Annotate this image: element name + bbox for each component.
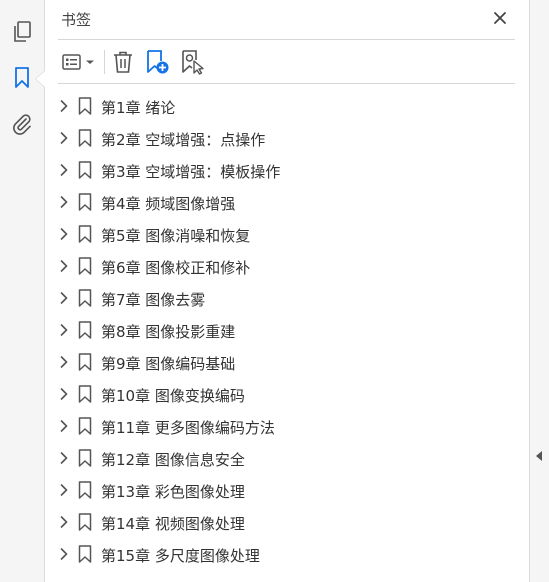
options-button[interactable] [60, 48, 98, 76]
bookmark-label: 第5章 图像消噪和恢复 [101, 227, 251, 245]
active-pointer [36, 71, 45, 87]
chevron-right-icon[interactable] [60, 292, 68, 304]
options-list-icon [62, 54, 94, 70]
bookmark-icon [78, 321, 92, 339]
bookmark-label: 第7章 图像去雾 [101, 291, 206, 309]
collapse-arrow-icon[interactable] [536, 451, 542, 461]
bookmark-item[interactable]: 第2章 空域增强：点操作 [45, 122, 529, 154]
bookmark-item[interactable]: 第9章 图像编码基础 [45, 346, 529, 378]
header-divider [58, 39, 515, 40]
bookmark-label: 第2章 空域增强：点操作 [101, 131, 266, 149]
bookmark-item[interactable]: 第11章 更多图像编码方法 [45, 410, 529, 442]
bookmark-from-selection-button[interactable] [179, 48, 207, 76]
bookmark-label: 第6章 图像校正和修补 [101, 259, 251, 277]
panel-collapse-strip[interactable] [529, 0, 549, 582]
bookmarks-panel: 书签 第1章 绪论 第2章 空域增强：点操作 第3章 空域增强：模板操作 第4章… [45, 0, 529, 582]
bookmark-label: 第8章 图像投影重建 [101, 323, 236, 341]
close-icon [494, 12, 506, 24]
chevron-right-icon[interactable] [60, 100, 68, 112]
panel-header: 书签 [45, 0, 529, 38]
bookmark-item[interactable]: 第5章 图像消噪和恢复 [45, 218, 529, 250]
bookmark-icon [78, 97, 92, 115]
chevron-right-icon[interactable] [60, 388, 68, 400]
bookmark-icon [78, 161, 92, 179]
pages-icon [14, 21, 31, 42]
attachment-icon [13, 114, 31, 135]
bookmark-item[interactable]: 第1章 绪论 [45, 90, 529, 122]
bookmark-label: 第1章 绪论 [101, 99, 176, 117]
toolbar-divider [58, 83, 515, 84]
chevron-right-icon[interactable] [60, 196, 68, 208]
bookmark-label: 第4章 频域图像增强 [101, 195, 236, 213]
bookmark-icon [78, 193, 92, 211]
bookmark-icon [78, 545, 92, 563]
bookmarks-toolbar [45, 44, 529, 80]
bookmark-item[interactable]: 第15章 多尺度图像处理 [45, 538, 529, 570]
bookmark-label: 第14章 视频图像处理 [101, 515, 245, 533]
bookmark-icon [78, 353, 92, 371]
bookmark-item[interactable]: 第3章 空域增强：模板操作 [45, 154, 529, 186]
bookmark-icon [78, 481, 92, 499]
bookmark-label: 第12章 图像信息安全 [101, 451, 245, 469]
chevron-right-icon[interactable] [60, 164, 68, 176]
trash-icon [114, 51, 132, 73]
bookmark-item[interactable]: 第13章 彩色图像处理 [45, 474, 529, 506]
bookmark-label: 第13章 彩色图像处理 [101, 483, 245, 501]
delete-bookmark-button[interactable] [110, 48, 136, 76]
chevron-right-icon[interactable] [60, 484, 68, 496]
bookmark-label: 第9章 图像编码基础 [101, 355, 236, 373]
bookmark-item[interactable]: 第4章 频域图像增强 [45, 186, 529, 218]
bookmarks-button[interactable] [8, 64, 36, 92]
bookmark-item[interactable]: 第7章 图像去雾 [45, 282, 529, 314]
pages-button[interactable] [8, 18, 36, 46]
chevron-right-icon[interactable] [60, 420, 68, 432]
close-button[interactable] [490, 8, 510, 28]
bookmark-label: 第10章 图像变换编码 [101, 387, 245, 405]
bookmark-label: 第3章 空域增强：模板操作 [101, 163, 281, 181]
add-bookmark-button[interactable] [143, 48, 171, 76]
bookmark-item[interactable]: 第6章 图像校正和修补 [45, 250, 529, 282]
panel-title: 书签 [61, 11, 92, 29]
bookmark-label: 第11章 更多图像编码方法 [101, 419, 275, 437]
bookmark-icon [15, 67, 29, 88]
chevron-right-icon[interactable] [60, 452, 68, 464]
bookmark-icon [78, 289, 92, 307]
attachments-button[interactable] [8, 110, 36, 138]
bookmark-icon [78, 257, 92, 275]
bookmark-label: 第15章 多尺度图像处理 [101, 547, 260, 565]
bookmark-icon [78, 225, 92, 243]
chevron-right-icon[interactable] [60, 516, 68, 528]
chevron-right-icon[interactable] [60, 324, 68, 336]
bookmark-item[interactable]: 第8章 图像投影重建 [45, 314, 529, 346]
bookmark-icon [78, 513, 92, 531]
bookmark-item[interactable]: 第12章 图像信息安全 [45, 442, 529, 474]
bookmark-item[interactable]: 第14章 视频图像处理 [45, 506, 529, 538]
chevron-right-icon[interactable] [60, 132, 68, 144]
bookmark-item[interactable]: 第10章 图像变换编码 [45, 378, 529, 410]
toolbar-separator [104, 50, 105, 74]
bookmark-icon [78, 449, 92, 467]
bookmark-cursor-icon [182, 50, 204, 75]
chevron-right-icon[interactable] [60, 228, 68, 240]
bookmark-icon [78, 385, 92, 403]
bookmark-list: 第1章 绪论 第2章 空域增强：点操作 第3章 空域增强：模板操作 第4章 频域… [45, 90, 529, 570]
chevron-right-icon[interactable] [60, 548, 68, 560]
bookmark-icon [78, 417, 92, 435]
chevron-right-icon[interactable] [60, 260, 68, 272]
bookmark-icon [78, 129, 92, 147]
chevron-right-icon[interactable] [60, 356, 68, 368]
add-bookmark-icon [147, 50, 169, 74]
